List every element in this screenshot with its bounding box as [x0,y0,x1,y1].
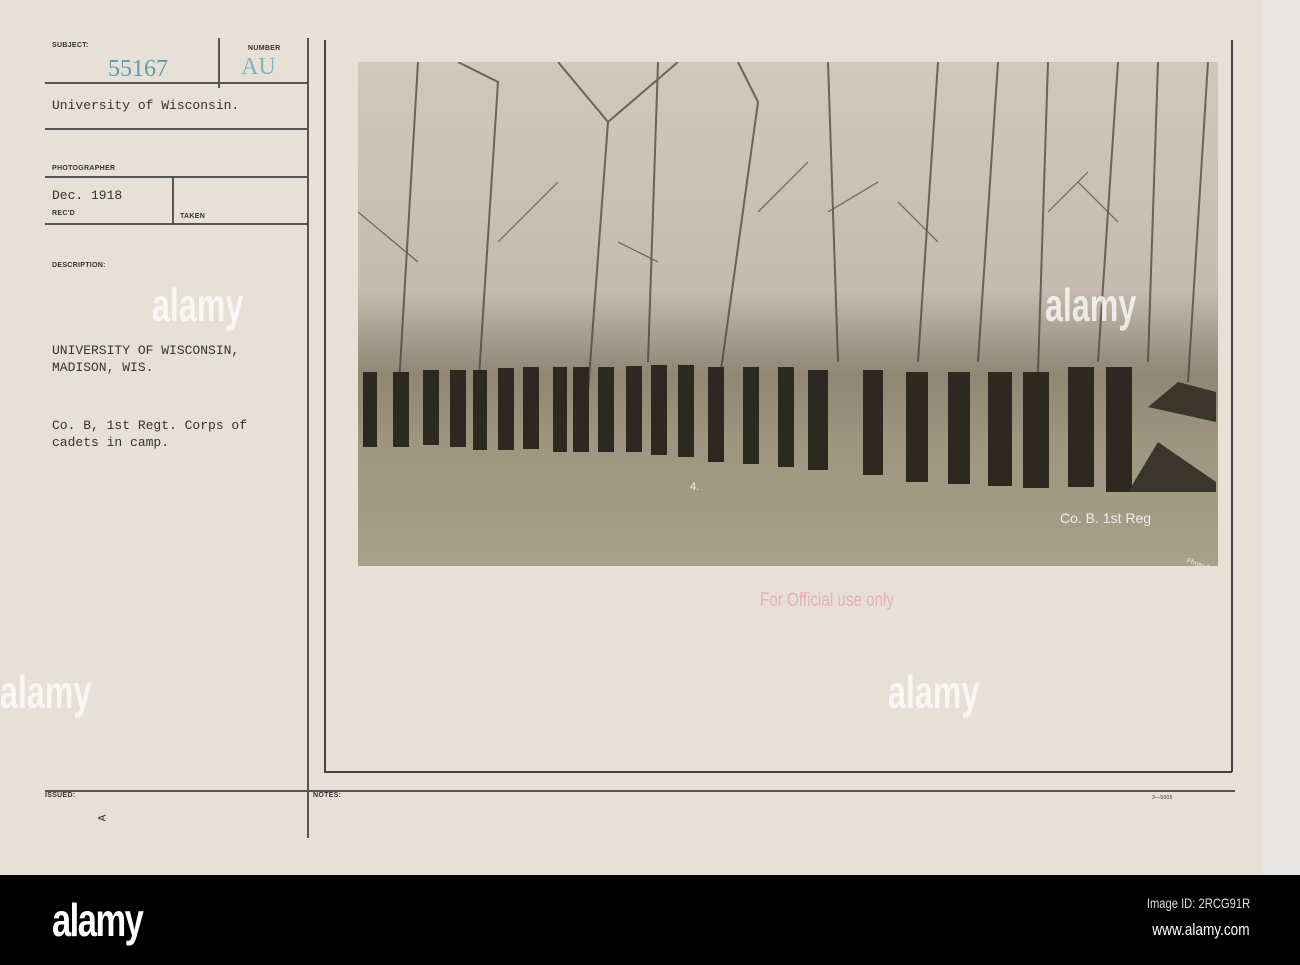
number-label: NUMBER [248,45,281,52]
image-id: Image ID: 2RCG91R [1146,895,1250,911]
description-line: UNIVERSITY OF WISCONSIN, [52,343,240,358]
description-line: cadets in camp. [52,435,170,450]
alamy-watermark: alamy [0,666,92,718]
divider [45,128,308,130]
subject-title: University of Wisconsin. [52,98,240,113]
site-url[interactable]: www.alamy.com [1153,920,1250,940]
alamy-watermark: alamy [888,666,980,718]
notes-label: NOTES: [313,792,342,799]
issued-mark: A [97,814,110,822]
description-line: Co. B, 1st Regt. Corps of [52,418,248,433]
divider [45,176,308,178]
alamy-watermark: alamy [152,279,244,331]
studio-mark: Photo Art [1185,557,1215,566]
photo-frame-left [324,40,326,772]
taken-label: TAKEN [180,213,206,220]
alamy-logo: alamy [52,894,144,946]
number-value: AU [241,54,276,80]
subject-label: SUBJECT: [52,42,89,49]
photo-frame-right [1231,40,1233,772]
alamy-watermark: alamy [1045,279,1137,331]
divider [45,790,1235,792]
archival-photo-card: SUBJECT: 55167 NUMBER AU University of W… [0,0,1262,875]
form-number: 3—5005 [1152,795,1173,801]
trees [358,62,1209,403]
official-use-stamp: For Official use only [760,590,895,611]
description-line: MADISON, WIS. [52,360,154,375]
divider [172,176,174,223]
subject-number: 55167 [108,56,168,82]
divider [218,38,220,88]
photo-number: 4. [690,481,699,493]
photo-caption: Co. B. 1st Reg [1060,510,1152,526]
divider [45,223,308,225]
issued-label: ISSUED: [45,792,76,799]
cadets-row [363,365,1132,492]
divider [45,82,308,84]
received-date: Dec. 1918 [52,188,123,203]
tents [1128,382,1216,492]
photographer-label: PHOTOGRAPHER [52,165,116,172]
background-edge [1262,0,1300,875]
photo-frame-bottom [324,771,1232,773]
divider [307,38,309,838]
recd-label: REC'D [52,210,75,217]
alamy-footer: alamy Image ID: 2RCG91R www.alamy.com [0,875,1300,965]
description-label: DESCRIPTION: [52,262,106,269]
